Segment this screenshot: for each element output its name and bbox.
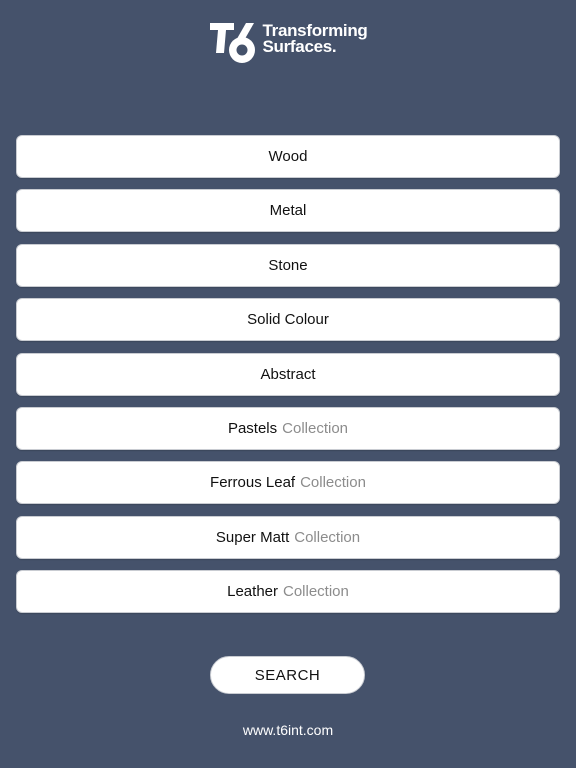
menu-item-solid-colour[interactable]: Solid Colour <box>16 298 560 342</box>
website-link[interactable]: www.t6int.com <box>0 722 576 738</box>
search-button[interactable]: SEARCH <box>210 656 365 694</box>
menu-item-ferrous-leaf-collection[interactable]: Ferrous Leaf Collection <box>16 461 560 505</box>
menu-item-label: Solid Colour <box>247 311 329 329</box>
menu-item-sublabel: Collection <box>282 419 349 437</box>
menu-item-stone[interactable]: Stone <box>16 243 560 287</box>
menu-item-metal[interactable]: Metal <box>16 189 560 233</box>
menu-item-sublabel: Collection <box>294 528 361 546</box>
brand-logo-inner: Transforming Surfaces. <box>208 19 368 67</box>
t6-logo-icon <box>210 23 256 63</box>
menu-item-label: Super Matt <box>215 528 290 546</box>
menu-item-label: Metal <box>269 202 307 220</box>
menu-item-label: Ferrous Leaf <box>210 474 296 492</box>
brand-logo: Transforming Surfaces. <box>0 18 576 68</box>
menu-item-wood[interactable]: Wood <box>16 135 560 178</box>
menu-item-leather-collection[interactable]: Leather Collection <box>16 570 560 614</box>
menu-item-label: Abstract <box>260 365 316 383</box>
menu-item-pastels-collection[interactable]: Pastels Collection <box>16 406 560 450</box>
menu-item-label: Stone <box>268 256 308 274</box>
menu-item-super-matt-collection[interactable]: Super Matt Collection <box>16 515 560 559</box>
category-menu: Wood Metal Stone Solid Colour Abstract P… <box>16 135 560 625</box>
brand-line-2: Surfaces. <box>262 37 337 56</box>
menu-item-sublabel: Collection <box>283 583 349 601</box>
search-button-label: SEARCH <box>254 666 321 684</box>
menu-item-label: Wood <box>268 148 308 165</box>
menu-item-label: Leather <box>227 583 278 601</box>
menu-item-label: Pastels <box>227 419 278 437</box>
menu-item-abstract[interactable]: Abstract <box>16 352 560 396</box>
brand-wordmark: Transforming Surfaces. <box>262 22 367 56</box>
menu-item-sublabel: Collection <box>300 474 366 492</box>
